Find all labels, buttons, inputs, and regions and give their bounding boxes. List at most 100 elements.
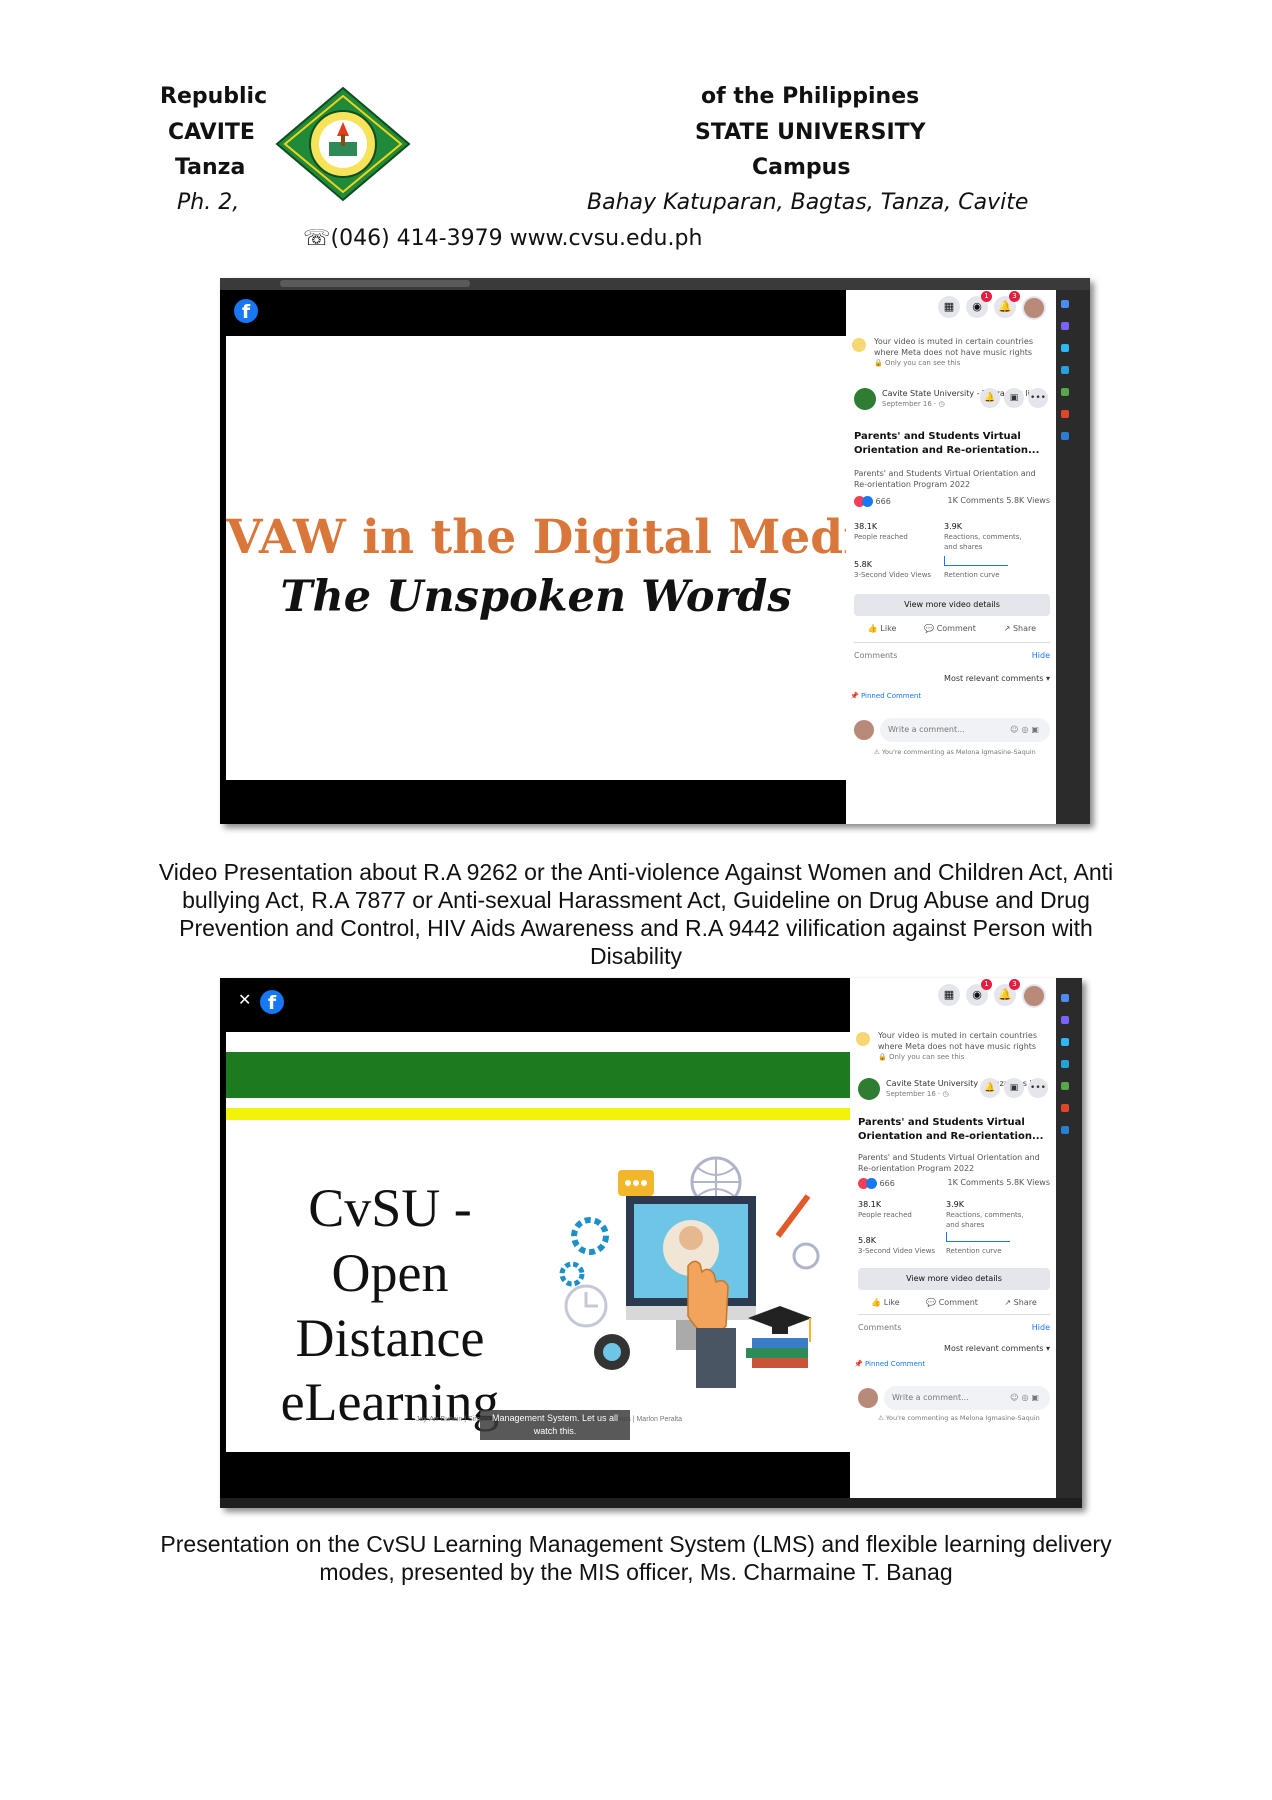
- sidebar-icon[interactable]: [1061, 322, 1069, 330]
- page-header: Cavite State University - Tanza was live…: [858, 1078, 1050, 1100]
- comments-header: Comments Hide: [858, 1314, 1050, 1334]
- address-bar[interactable]: [280, 280, 470, 287]
- sidebar-icon[interactable]: [1061, 344, 1069, 352]
- comment-sort[interactable]: Most relevant comments ▾: [944, 1344, 1050, 1353]
- subtitle-line-2: watch this.: [533, 1426, 577, 1436]
- messenger-badge: 1: [981, 979, 992, 990]
- sidebar-icon[interactable]: [1061, 388, 1069, 396]
- more-icon[interactable]: •••: [1028, 1078, 1048, 1098]
- caption-1: Video Presentation about R.A 9262 or the…: [158, 859, 1114, 969]
- letterhead-state-university: STATE UNIVERSITY: [695, 120, 926, 145]
- yellow-band: [226, 1108, 850, 1120]
- comments-label: Comments: [858, 1323, 902, 1332]
- share-button[interactable]: ↗ Share: [1004, 624, 1036, 633]
- hide-comments-link[interactable]: Hide: [1032, 651, 1050, 660]
- comments-label: Comments: [854, 651, 898, 660]
- comments-header: Comments Hide: [854, 642, 1050, 662]
- avatar[interactable]: [1022, 984, 1046, 1008]
- notifications-bell-icon[interactable]: 🔔 3: [994, 979, 1020, 1006]
- menu-grid-icon[interactable]: ▦: [938, 296, 960, 318]
- save-icon[interactable]: ▣: [1004, 388, 1024, 408]
- post-actions: 👍 Like 💬 Comment ↗ Share: [858, 1298, 1050, 1307]
- save-icon[interactable]: ▣: [1004, 1078, 1024, 1098]
- video-subtitle: Management System. Let us all watch this…: [480, 1410, 630, 1440]
- slide-title-line-2: Open Distance: [295, 1242, 485, 1368]
- comment-button[interactable]: 💬 Comment: [926, 1298, 978, 1307]
- reaction-count: 666: [879, 1179, 895, 1188]
- stat-video-views: 5.8K 3-Second Video Views: [854, 560, 932, 579]
- stat-reactions: 3.9K Reactions, comments, and shares: [944, 522, 1022, 551]
- search-icon[interactable]: [1061, 300, 1069, 308]
- messenger-icon[interactable]: ◉ 1: [966, 979, 992, 1006]
- sidebar-icon[interactable]: [1061, 1038, 1069, 1046]
- office-icon[interactable]: [1061, 410, 1069, 418]
- share-button[interactable]: ↗ Share: [1004, 1298, 1036, 1307]
- muted-notice: Your video is muted in certain countries…: [852, 336, 1050, 369]
- facebook-video-screenshot-2: ✕ f CvSU - Open Distance eLearning Jay-A…: [220, 978, 1082, 1508]
- video-player[interactable]: ✕ f CvSU - Open Distance eLearning Jay-A…: [220, 978, 850, 1498]
- slide-subtitle: The Unspoken Words: [280, 572, 792, 622]
- view-more-details-button[interactable]: View more video details: [858, 1268, 1050, 1290]
- outlook-icon[interactable]: [1061, 432, 1069, 440]
- video-title: Parents' and Students Virtual Orientatio…: [858, 1117, 1044, 1142]
- comment-sort[interactable]: Most relevant comments ▾: [944, 674, 1050, 683]
- hide-comments-link[interactable]: Hide: [1032, 1323, 1050, 1332]
- like-button[interactable]: 👍 Like: [868, 624, 896, 633]
- menu-grid-icon[interactable]: ▦: [938, 984, 960, 1006]
- retention-curve-chart: [944, 556, 1008, 566]
- stat-reached: 38.1K People reached: [858, 1200, 912, 1219]
- messenger-icon[interactable]: ◉ 1: [966, 291, 992, 318]
- notice-sub: 🔒 Only you can see this: [878, 1053, 965, 1061]
- bell-icon[interactable]: 🔔: [980, 388, 1000, 408]
- sidebar-icon[interactable]: [1061, 1016, 1069, 1024]
- sidebar-icon[interactable]: [1061, 1060, 1069, 1068]
- browser-sidebar: [1056, 290, 1090, 824]
- commenting-as-note: ⚠ You're commenting as Melona Igmasine-S…: [874, 748, 1036, 756]
- comment-button[interactable]: 💬 Comment: [924, 624, 976, 633]
- outlook-icon[interactable]: [1061, 1126, 1069, 1134]
- comment-input[interactable]: Write a comment... ☺◎▣: [884, 1386, 1050, 1410]
- page-avatar[interactable]: [858, 1078, 880, 1100]
- messenger-badge: 1: [981, 291, 992, 302]
- comment-composer: Write a comment... ☺◎▣: [858, 1386, 1050, 1412]
- sidebar-icon[interactable]: [1061, 1082, 1069, 1090]
- comment-tools-icon[interactable]: ☺◎▣: [1010, 1386, 1042, 1410]
- page-actions: 🔔 ▣ •••: [980, 388, 1048, 408]
- reaction-row[interactable]: 666 1K Comments 5.8K Views: [854, 496, 1050, 507]
- notice-icon: [856, 1032, 870, 1046]
- facebook-logo-icon[interactable]: f: [234, 299, 258, 323]
- search-icon[interactable]: [1061, 994, 1069, 1002]
- reaction-count: 666: [875, 497, 891, 506]
- stat-video-views: 5.8K 3-Second Video Views: [858, 1236, 936, 1255]
- notifications-bell-icon[interactable]: 🔔 3: [994, 291, 1020, 318]
- retention-curve-chart: [946, 1232, 1010, 1242]
- bell-icon[interactable]: 🔔: [980, 1078, 1000, 1098]
- more-icon[interactable]: •••: [1028, 388, 1048, 408]
- office-icon[interactable]: [1061, 1104, 1069, 1112]
- pinned-comment-label: 📌 Pinned Comment: [854, 1360, 926, 1368]
- letterhead-ph2: Ph. 2,: [177, 190, 240, 215]
- page-avatar[interactable]: [854, 388, 876, 410]
- avatar[interactable]: [1022, 296, 1046, 320]
- letterhead-address: Bahay Katuparan, Bagtas, Tanza, Cavite: [587, 190, 1029, 215]
- comment-input[interactable]: Write a comment... ☺◎▣: [880, 718, 1050, 742]
- post-actions: 👍 Like 💬 Comment ↗ Share: [854, 624, 1050, 633]
- video-player[interactable]: f VAW in the Digital Media The Unspoken …: [220, 290, 846, 824]
- pinned-comment-label: 📌 Pinned Comment: [850, 692, 922, 700]
- top-icons: ▦ ◉ 1 🔔 3: [938, 979, 1046, 1008]
- view-more-details-button[interactable]: View more video details: [854, 594, 1050, 616]
- reaction-row[interactable]: 666 1K Comments 5.8K Views: [858, 1178, 1050, 1189]
- like-button[interactable]: 👍 Like: [871, 1298, 899, 1307]
- letterhead-contact: ☏(046) 414-3979 www.cvsu.edu.ph: [303, 226, 703, 251]
- page-actions: 🔔 ▣ •••: [980, 1078, 1048, 1098]
- sidebar-icon[interactable]: [1061, 366, 1069, 374]
- letterhead-cavite: CAVITE: [168, 120, 255, 145]
- browser-sidebar: [1056, 978, 1082, 1498]
- stat-reactions: 3.9K Reactions, comments, and shares: [946, 1200, 1024, 1229]
- close-icon[interactable]: ✕: [238, 990, 251, 1009]
- muted-notice: Your video is muted in certain countries…: [856, 1030, 1050, 1063]
- facebook-logo-icon[interactable]: f: [260, 990, 284, 1014]
- like-reaction-icon: [866, 1178, 877, 1189]
- notice-sub: 🔒 Only you can see this: [874, 359, 961, 367]
- comment-tools-icon[interactable]: ☺◎▣: [1010, 718, 1042, 742]
